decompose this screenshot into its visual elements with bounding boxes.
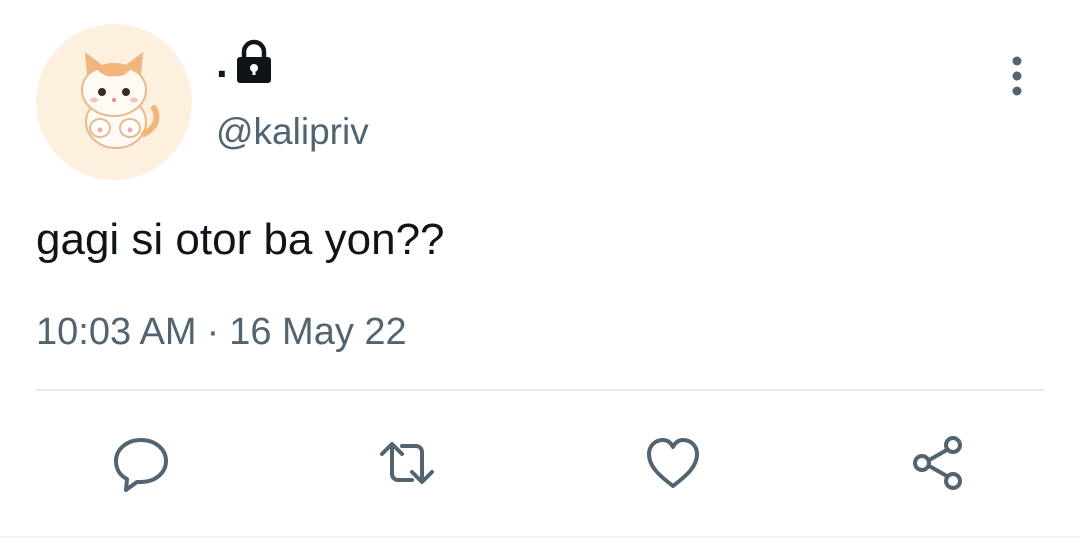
tweet-text: gagi si otor ba yon??: [36, 215, 445, 264]
kitten-avatar-illustration: [81, 51, 160, 149]
divider: [36, 389, 1044, 391]
tweet-date: 16 May 22: [229, 311, 407, 353]
reply-button[interactable]: [108, 430, 174, 496]
share-icon: [913, 436, 962, 490]
heart-icon: [647, 438, 699, 488]
tweet-time: 10:03 AM: [36, 311, 197, 353]
avatar[interactable]: [36, 24, 192, 180]
more-options-button[interactable]: [1000, 52, 1034, 100]
display-name-text: .: [216, 39, 228, 86]
tweet-timestamp[interactable]: 10:03 AM · 16 May 22: [36, 310, 407, 356]
retweet-button[interactable]: [374, 430, 440, 496]
more-vertical-icon: [1012, 56, 1022, 96]
bottom-divider: [0, 536, 1080, 538]
like-button[interactable]: [640, 430, 706, 496]
reply-icon: [114, 438, 168, 492]
meta-separator: ·: [206, 311, 220, 353]
retweet-icon: [380, 442, 434, 484]
display-name[interactable]: .: [216, 34, 276, 84]
share-button[interactable]: [906, 430, 972, 496]
user-handle[interactable]: @kalipriv: [216, 111, 369, 153]
lock-icon: [236, 39, 271, 83]
